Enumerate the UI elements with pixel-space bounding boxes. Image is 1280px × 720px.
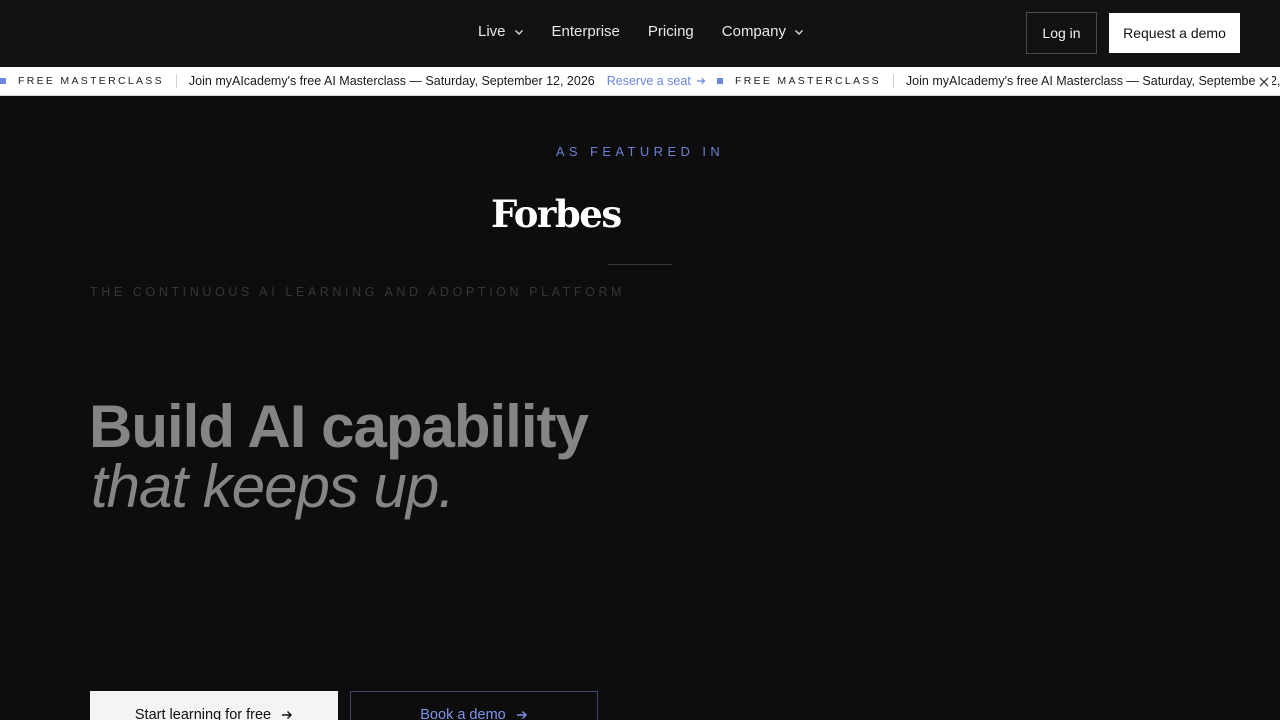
square-bullet-icon: [0, 78, 6, 84]
arrow-right-icon: [282, 711, 293, 719]
start-learning-button[interactable]: Start learning for free: [90, 691, 338, 720]
nav-item-company[interactable]: Company: [722, 23, 804, 40]
announcement-item: FREE MASTERCLASS Join myAIcademy's free …: [0, 67, 706, 95]
divider: [175, 74, 177, 88]
login-button[interactable]: Log in: [1026, 12, 1097, 54]
hero-divider: [608, 264, 672, 265]
nav-item-enterprise[interactable]: Enterprise: [552, 23, 620, 40]
announcement-bar: FREE MASTERCLASS Join myAIcademy's free …: [0, 67, 1280, 96]
announcement-tag: FREE MASTERCLASS: [735, 75, 881, 87]
nav-item-live[interactable]: Live: [478, 23, 524, 40]
hero-headline: Build AI capability: [89, 393, 589, 460]
book-demo-button[interactable]: Book a demo: [350, 691, 598, 720]
forbes-logo: Forbes: [491, 192, 622, 236]
featured-in-label: AS FEATURED IN: [555, 144, 725, 159]
close-announcement-button[interactable]: [1256, 74, 1272, 90]
nav-item-label: Company: [721, 23, 786, 40]
start-learning-label: Start learning for free: [134, 707, 272, 720]
chevron-down-icon: [514, 27, 524, 37]
announcement-message: Join myAIcademy's free AI Masterclass — …: [188, 74, 595, 88]
request-demo-button[interactable]: Request a demo: [1109, 13, 1240, 53]
arrow-right-icon: [516, 711, 527, 719]
arrow-right-icon: [696, 77, 706, 85]
announcement-message: Join myAIcademy's free AI Masterclass — …: [905, 74, 1280, 88]
chevron-down-icon: [794, 27, 804, 37]
hero-headline-italic: that keeps up.: [91, 453, 455, 520]
close-icon: [1259, 77, 1269, 87]
nav-item-label: Live: [478, 23, 506, 40]
nav-item-pricing[interactable]: Pricing: [648, 23, 694, 40]
reserve-seat-link[interactable]: Reserve a seat: [607, 74, 706, 88]
square-bullet-icon: [717, 78, 723, 84]
book-demo-label: Book a demo: [420, 707, 506, 720]
primary-nav: Live Enterprise Pricing Company: [478, 0, 832, 63]
nav-item-label: Pricing: [647, 23, 694, 40]
platform-tagline: THE CONTINUOUS AI LEARNING AND ADOPTION …: [90, 285, 626, 299]
nav-item-label: Enterprise: [551, 23, 620, 40]
reserve-seat-label: Reserve a seat: [606, 74, 691, 88]
announcement-item: FREE MASTERCLASS Join myAIcademy's free …: [717, 67, 1280, 95]
divider: [892, 74, 894, 88]
announcement-tag: FREE MASTERCLASS: [18, 75, 164, 87]
top-navigation: Live Enterprise Pricing Company Log in R…: [0, 0, 1280, 66]
